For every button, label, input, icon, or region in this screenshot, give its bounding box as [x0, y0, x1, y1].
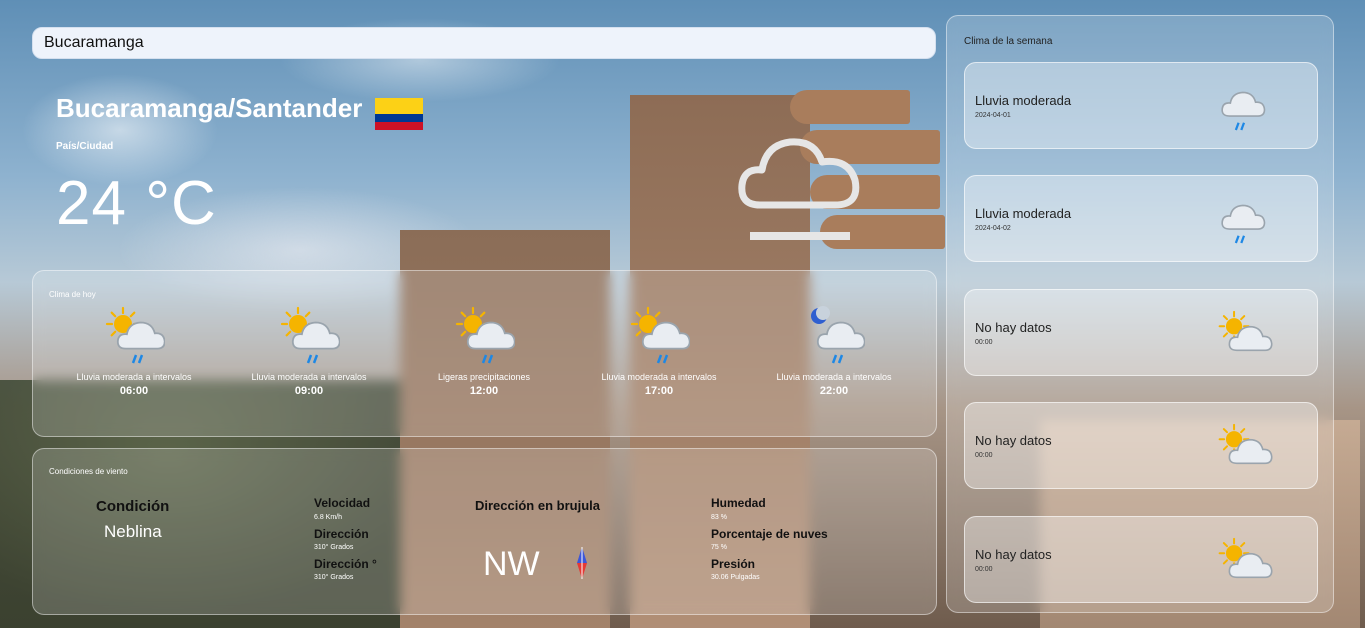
weekly-condition: Lluvia moderada	[975, 206, 1072, 221]
weekly-date: 2024-04-02	[975, 225, 1011, 232]
hourly-time: 22:00	[819, 385, 849, 397]
hourly-condition: Lluvia moderada a intervalos	[776, 372, 892, 382]
humidity-value: 83 %	[711, 514, 727, 521]
sun-cloud-rain-icon	[453, 306, 516, 368]
hourly-time: 09:00	[294, 385, 324, 397]
weekly-weather-panel: Clima de la semana Lluvia moderada 2024-…	[946, 15, 1334, 613]
weekly-forecast-card: No hay datos 00:00	[964, 402, 1318, 489]
hourly-forecast-item: Lluvia moderada a intervalos 22:00	[764, 306, 904, 397]
sun-cloud-rain-icon	[628, 306, 691, 368]
weekly-forecast-card: Lluvia moderada 2024-04-01	[964, 62, 1318, 149]
city-search-input[interactable]	[32, 27, 936, 59]
current-temperature: 24 °C	[56, 169, 217, 238]
cloud-rain-icon	[1213, 196, 1275, 252]
sun-cloud-icon	[1213, 423, 1275, 479]
today-weather-title: Clima de hoy	[49, 290, 96, 299]
sun-cloud-rain-icon	[103, 306, 166, 368]
hourly-condition: Lluvia moderada a intervalos	[601, 372, 717, 382]
fog-icon	[738, 138, 860, 240]
hourly-time: 06:00	[119, 385, 149, 397]
direction-degrees-value: 310° Grados	[314, 574, 354, 581]
colombia-flag-icon	[375, 98, 423, 130]
weekly-weather-title: Clima de la semana	[964, 36, 1053, 47]
compass-needle-icon	[577, 547, 587, 579]
weekly-condition: No hay datos	[975, 433, 1052, 448]
sun-cloud-rain-icon	[278, 306, 341, 368]
compass-direction-value: NW	[483, 545, 540, 583]
hourly-time: 17:00	[644, 385, 674, 397]
pressure-label: Presión	[711, 557, 756, 571]
weekly-date: 2024-04-01	[975, 112, 1011, 119]
hourly-condition: Lluvia moderada a intervalos	[76, 372, 192, 382]
weekly-forecast-card: No hay datos 00:00	[964, 289, 1318, 376]
hourly-time: 12:00	[469, 385, 499, 397]
cloud-rain-icon	[1213, 83, 1275, 139]
cloud-percentage-label: Porcentaje de nuves	[711, 527, 828, 541]
hourly-forecast-item: Lluvia moderada a intervalos 06:00	[64, 306, 204, 397]
hourly-forecast-item: Lluvia moderada a intervalos 09:00	[239, 306, 379, 397]
hourly-condition: Lluvia moderada a intervalos	[251, 372, 367, 382]
wind-conditions-title: Condiciones de viento	[49, 467, 128, 476]
city-title: Bucaramanga/Santander	[56, 93, 363, 123]
wind-conditions-panel: Condiciones de viento Condición Neblina …	[32, 448, 937, 615]
moon-cloud-rain-icon	[803, 306, 866, 368]
compass-direction-label: Dirección en brujula	[475, 498, 600, 513]
weekly-forecast-card: No hay datos 00:00	[964, 516, 1318, 603]
humidity-label: Humedad	[711, 496, 766, 510]
background-fin	[790, 90, 910, 124]
cloud-percentage-value: 75 %	[711, 544, 727, 551]
sun-cloud-icon	[1213, 310, 1275, 366]
hourly-forecast-item: Ligeras precipitaciones 12:00	[414, 306, 554, 397]
speed-label: Velocidad	[314, 496, 371, 510]
direction-degrees-label: Dirección °	[314, 557, 377, 571]
condition-value: Neblina	[104, 522, 162, 541]
weekly-date: 00:00	[975, 452, 993, 459]
weekly-date: 00:00	[975, 566, 993, 573]
pressure-value: 30.06 Pulgadas	[711, 574, 760, 581]
direction-value: 310° Grados	[314, 544, 354, 551]
weekly-condition: Lluvia moderada	[975, 93, 1072, 108]
country-city-label: País/Ciudad	[56, 141, 114, 152]
condition-label: Condición	[96, 498, 170, 515]
hourly-condition: Ligeras precipitaciones	[437, 372, 531, 382]
weekly-forecast-card: Lluvia moderada 2024-04-02	[964, 175, 1318, 262]
weekly-condition: No hay datos	[975, 320, 1052, 335]
speed-value: 6.8 Km/h	[314, 514, 343, 521]
today-weather-panel: Clima de hoy Lluvia moderada a intervalo…	[32, 270, 937, 437]
weekly-condition: No hay datos	[975, 547, 1052, 562]
sun-cloud-icon	[1213, 537, 1275, 593]
weekly-date: 00:00	[975, 339, 993, 346]
hourly-forecast-item: Lluvia moderada a intervalos 17:00	[589, 306, 729, 397]
direction-label: Dirección	[314, 527, 369, 541]
